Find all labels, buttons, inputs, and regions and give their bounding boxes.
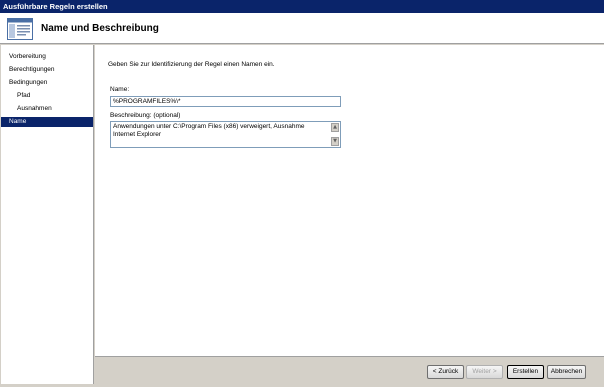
sidebar-item-berechtigungen[interactable]: Berechtigungen [1,65,93,75]
window-title: Ausführbare Regeln erstellen [3,2,108,11]
cancel-button[interactable]: Abbrechen [547,365,586,379]
name-input[interactable] [110,96,341,107]
next-button[interactable]: Weiter > [466,365,503,379]
create-button[interactable]: Erstellen [507,365,544,379]
wizard-content: Geben Sie zur Identifizierung der Regel … [95,45,604,356]
scroll-down-icon[interactable]: ▼ [331,137,339,146]
wizard-window: Ausführbare Regeln erstellen Name und Be… [0,0,604,387]
instruction-text: Geben Sie zur Identifizierung der Regel … [108,61,275,68]
sidebar-item-ausnahmen[interactable]: Ausnahmen [1,104,93,114]
wizard-page-icon [7,18,33,40]
description-label: Beschreibung: (optional) [110,112,181,119]
sidebar-item-pfad[interactable]: Pfad [1,91,93,101]
back-button[interactable]: < Zurück [427,365,464,379]
description-textarea[interactable]: Anwendungen unter C:\Program Files (x86)… [110,121,341,148]
wizard-steps-sidebar: Vorbereitung Berechtigungen Bedingungen … [1,45,94,384]
wizard-footer: < Zurück Weiter > Erstellen Abbrechen [95,356,604,387]
sidebar-item-name[interactable]: Name [1,117,93,127]
sidebar-item-bedingungen[interactable]: Bedingungen [1,78,93,88]
page-title: Name und Beschreibung [41,23,159,34]
scroll-up-icon[interactable]: ▲ [331,123,339,132]
sidebar-item-vorbereitung[interactable]: Vorbereitung [1,52,93,62]
wizard-header: Name und Beschreibung [0,13,604,44]
description-text: Anwendungen unter C:\Program Files (x86)… [113,123,307,138]
name-label: Name: [110,86,130,93]
title-bar[interactable]: Ausführbare Regeln erstellen [0,0,604,13]
